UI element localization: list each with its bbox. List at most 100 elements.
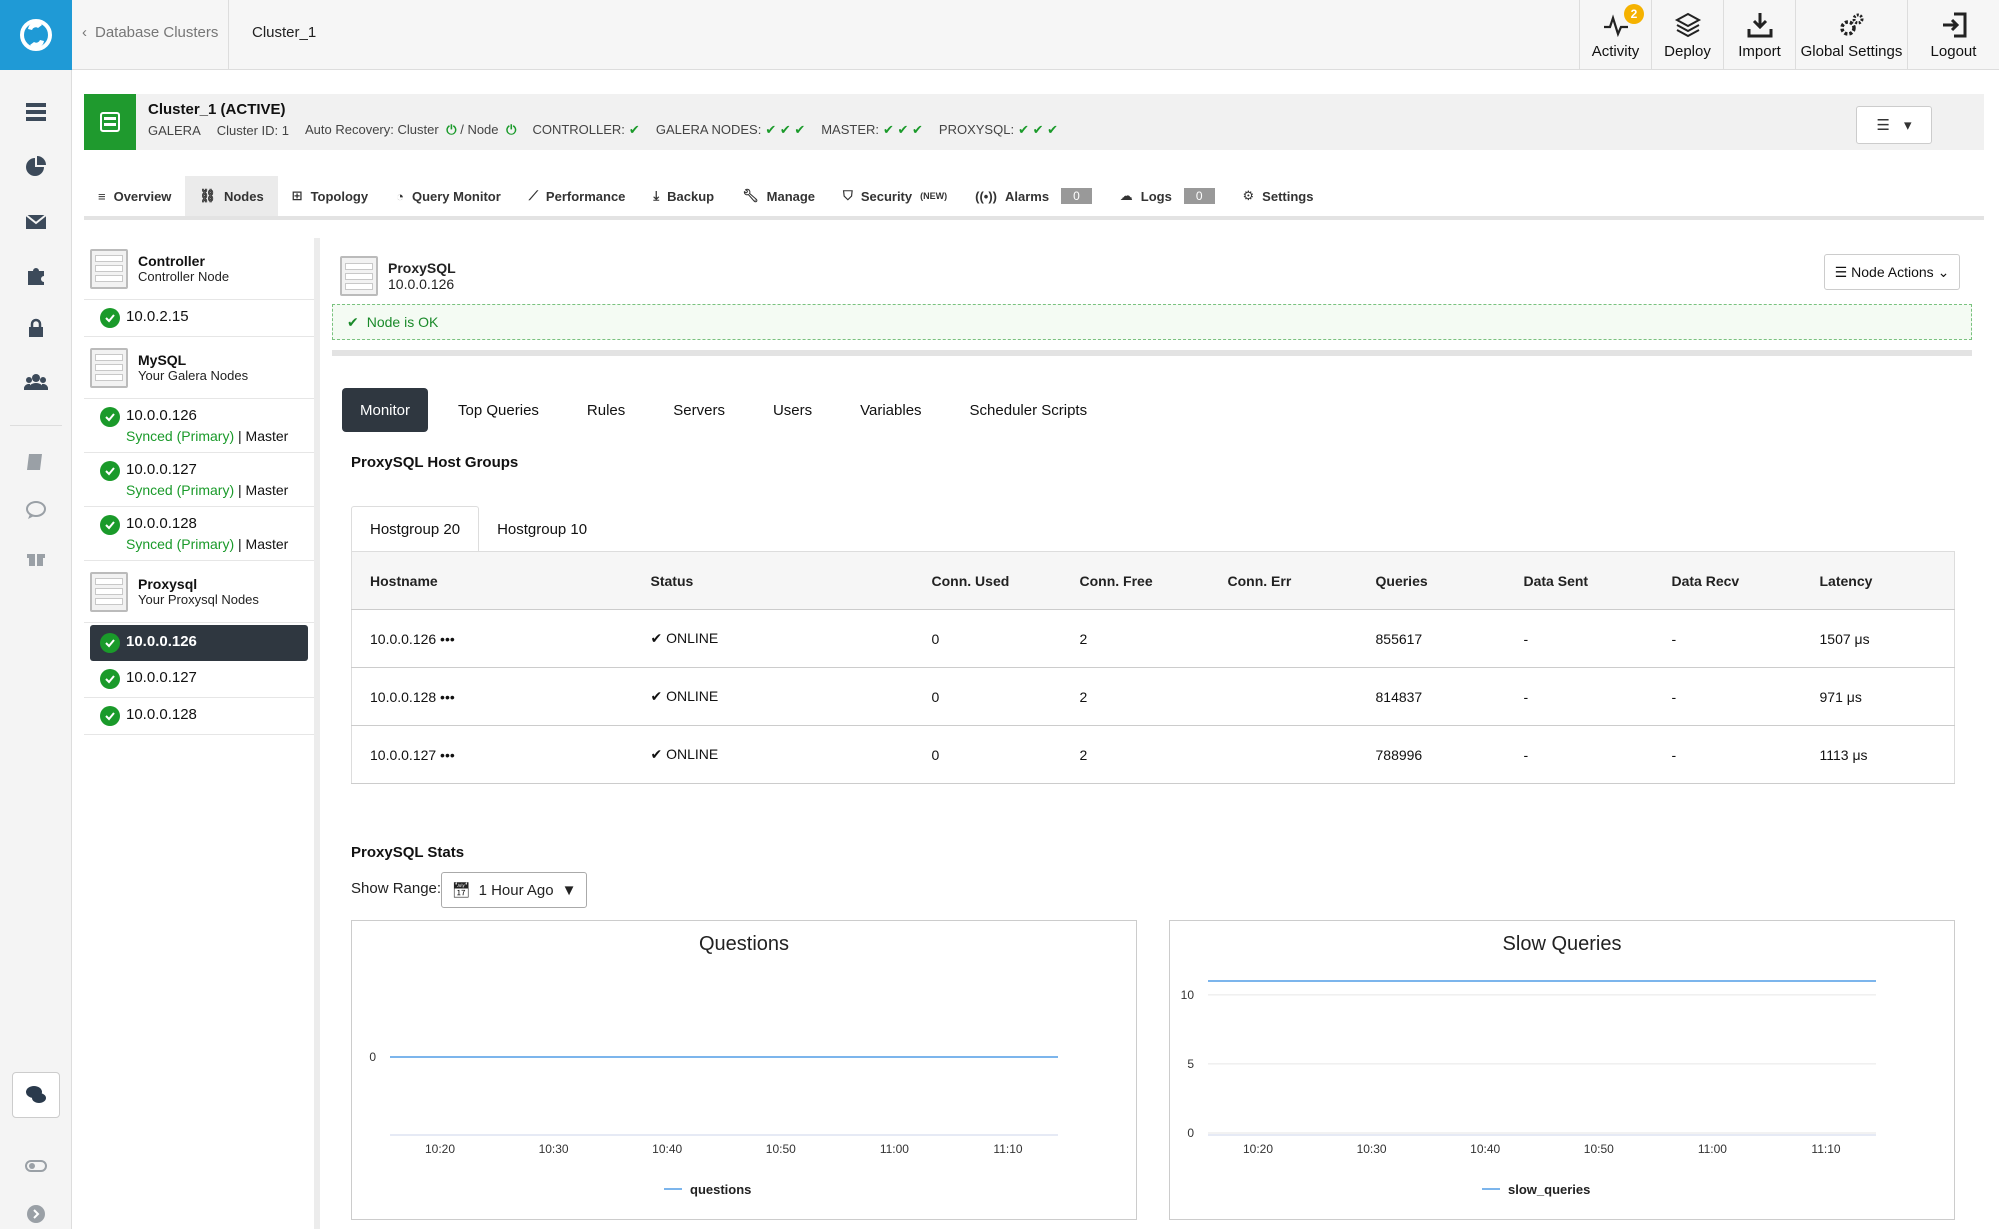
check-icon: ✔ — [650, 746, 667, 762]
download-icon: ⤓ — [653, 188, 660, 203]
y-tick-label: 0 — [369, 1050, 376, 1064]
node-item[interactable]: 10.0.0.128 — [84, 698, 314, 735]
node-item[interactable]: 10.0.0.127 — [84, 661, 314, 698]
ok-check-icon — [100, 515, 120, 535]
mail-icon[interactable] — [0, 202, 72, 242]
ok-check-icon — [100, 669, 120, 689]
divider — [332, 350, 1972, 356]
cluster-actions-dropdown[interactable]: ☰ ▾ — [1856, 106, 1932, 144]
hostgroup-table: Hostname Status Conn. Used Conn. Free Co… — [351, 551, 1955, 784]
tab-overview[interactable]: ≡ Overview — [84, 176, 185, 216]
cluster-name: Cluster_1 (ACTIVE) — [148, 101, 286, 118]
expand-sidebar-icon[interactable] — [0, 1194, 72, 1229]
tab-alarms[interactable]: ((•)) Alarms 0 — [961, 176, 1106, 216]
auto-recovery-status: Auto Recovery: Cluster ⏻ / Node ⏻ — [305, 122, 517, 137]
comment-icon[interactable] — [0, 490, 72, 530]
subtab-variables[interactable]: Variables — [842, 388, 939, 432]
hostgroup-tabs: Hostgroup 20 Hostgroup 10 — [351, 506, 605, 552]
x-tick-label: 10:40 — [1470, 1142, 1500, 1156]
tab-performance[interactable]: ⟋ Performance — [515, 176, 640, 216]
tab-query-monitor[interactable]: ◔ Query Monitor — [382, 176, 515, 216]
node-subtabs: Monitor Top Queries Rules Servers Users … — [342, 388, 1117, 432]
cluster-status-icon — [84, 94, 136, 150]
subtab-monitor[interactable]: Monitor — [342, 388, 429, 432]
dashboard-pie-icon[interactable] — [0, 147, 72, 187]
caret-down-icon: ▾ — [1903, 117, 1912, 134]
subtab-top-queries[interactable]: Top Queries — [440, 388, 557, 432]
chat-button[interactable] — [12, 1072, 60, 1118]
app-logo[interactable] — [0, 0, 72, 70]
tab-backup[interactable]: ⤓ Backup — [639, 176, 728, 216]
check-icon: ✔ ✔ ✔ — [765, 122, 806, 137]
deploy-button[interactable]: Deploy — [1651, 0, 1723, 70]
logout-button[interactable]: Logout — [1907, 0, 1999, 70]
table-row: 10.0.0.128 ••• ✔ ONLINE 0 2 814837 - - 9… — [351, 667, 1955, 726]
subtab-scheduler-scripts[interactable]: Scheduler Scripts — [952, 388, 1106, 432]
tab-security[interactable]: ⛉ Security (NEW) — [829, 176, 961, 216]
chevron-down-icon: ⌄ — [1937, 263, 1950, 280]
logs-icon: ☁ — [1119, 188, 1133, 203]
check-icon: ✔ — [628, 122, 640, 137]
node-item[interactable]: 10.0.0.127 Synced (Primary) | Master — [84, 453, 314, 507]
node-header: ProxySQL 10.0.0.126 — [340, 256, 456, 296]
tab-settings[interactable]: ⚙ Settings — [1229, 176, 1328, 216]
node-item[interactable]: 10.0.0.126 Synced (Primary) | Master — [84, 399, 314, 453]
tab-nodes[interactable]: ⛓ Nodes — [185, 176, 278, 216]
node-item[interactable]: 10.0.0.128 Synced (Primary) | Master — [84, 507, 314, 561]
alarm-icon: ((•)) — [975, 188, 997, 204]
tab-hostgroup-20[interactable]: Hostgroup 20 — [351, 506, 480, 552]
tab-topology[interactable]: ⊞ Topology — [278, 176, 382, 216]
galera-nodes-status: GALERA NODES: ✔ ✔ ✔ — [655, 122, 806, 137]
users-icon[interactable] — [0, 362, 72, 402]
check-icon: ✔ — [347, 313, 359, 330]
shield-icon: ⛉ — [843, 188, 853, 203]
legend-label: questions — [690, 1182, 751, 1197]
gears-icon — [1839, 13, 1863, 36]
node-status-message: ✔ Node is OK — [332, 304, 1972, 340]
clusters-icon[interactable] — [0, 92, 72, 132]
import-button[interactable]: Import — [1723, 0, 1795, 70]
cluster-header: Cluster_1 (ACTIVE) GALERA Cluster ID: 1 … — [84, 94, 1984, 150]
top-bar: ‹ Database Clusters Cluster_1 2 Activity… — [72, 0, 1999, 70]
toggle-theme-icon[interactable] — [0, 1146, 72, 1186]
tab-logs[interactable]: ☁ Logs 0 — [1106, 176, 1229, 216]
x-tick-label: 11:10 — [993, 1142, 1022, 1156]
y-tick-label: 0 — [1187, 1126, 1194, 1140]
chat-bubbles-icon — [26, 1086, 46, 1103]
gift-icon[interactable] — [0, 537, 72, 577]
docs-book-icon[interactable] — [0, 442, 72, 482]
lock-icon[interactable] — [0, 308, 72, 348]
x-tick-label: 10:50 — [766, 1142, 796, 1156]
x-tick-label: 10:20 — [1243, 1142, 1273, 1156]
questions-chart: Questions 0 10:20 10:30 10:40 10:50 11:00 11:1… — [351, 920, 1137, 1220]
tab-hostgroup-10[interactable]: Hostgroup 10 — [479, 506, 605, 552]
integrations-puzzle-icon[interactable] — [0, 255, 72, 295]
host-groups-title: ProxySQL Host Groups — [351, 454, 519, 471]
tab-manage[interactable]: 🔧︎ Manage — [728, 176, 829, 216]
breadcrumb-back-link[interactable]: ‹ Database Clusters — [82, 24, 218, 41]
subtab-users[interactable]: Users — [755, 388, 830, 432]
node-item-selected[interactable]: 10.0.0.126 — [90, 625, 308, 661]
x-tick-label: 10:30 — [539, 1142, 569, 1156]
caret-down-icon: ▼ — [561, 881, 577, 899]
activity-button[interactable]: 2 Activity — [1579, 0, 1651, 70]
check-icon: ✔ ✔ ✔ — [883, 122, 923, 137]
node-item[interactable]: 10.0.2.15 — [84, 300, 314, 337]
subtab-rules[interactable]: Rules — [569, 388, 643, 432]
x-tick-label: 10:40 — [652, 1142, 682, 1156]
node-actions-dropdown[interactable]: ☰ Node Actions ⌄ — [1824, 254, 1960, 290]
breadcrumb-divider — [228, 0, 229, 70]
list-icon: ≡ — [98, 188, 106, 204]
node-list: Controller Controller Node 10.0.2.15 MySQ… — [84, 238, 320, 1229]
calendar-icon: 📅︎ — [451, 882, 471, 899]
range-dropdown[interactable]: 📅︎ 1 Hour Ago ▼ — [441, 872, 587, 908]
chart-icon: ⟋ — [528, 188, 538, 203]
check-icon: ✔ ✔ ✔ — [1018, 122, 1058, 137]
subtab-servers[interactable]: Servers — [655, 388, 743, 432]
table-header-row: Hostname Status Conn. Used Conn. Free Co… — [351, 551, 1955, 610]
global-settings-button[interactable]: Global Settings — [1795, 0, 1907, 70]
server-icon — [340, 256, 378, 296]
check-icon: ✔ — [650, 630, 667, 646]
slow-queries-chart-svg: 0 5 10 10:20 10:30 10:40 10:50 11:00 11:10 slow_q… — [1181, 980, 1876, 1197]
gear-icon: ⚙ — [1242, 188, 1255, 203]
